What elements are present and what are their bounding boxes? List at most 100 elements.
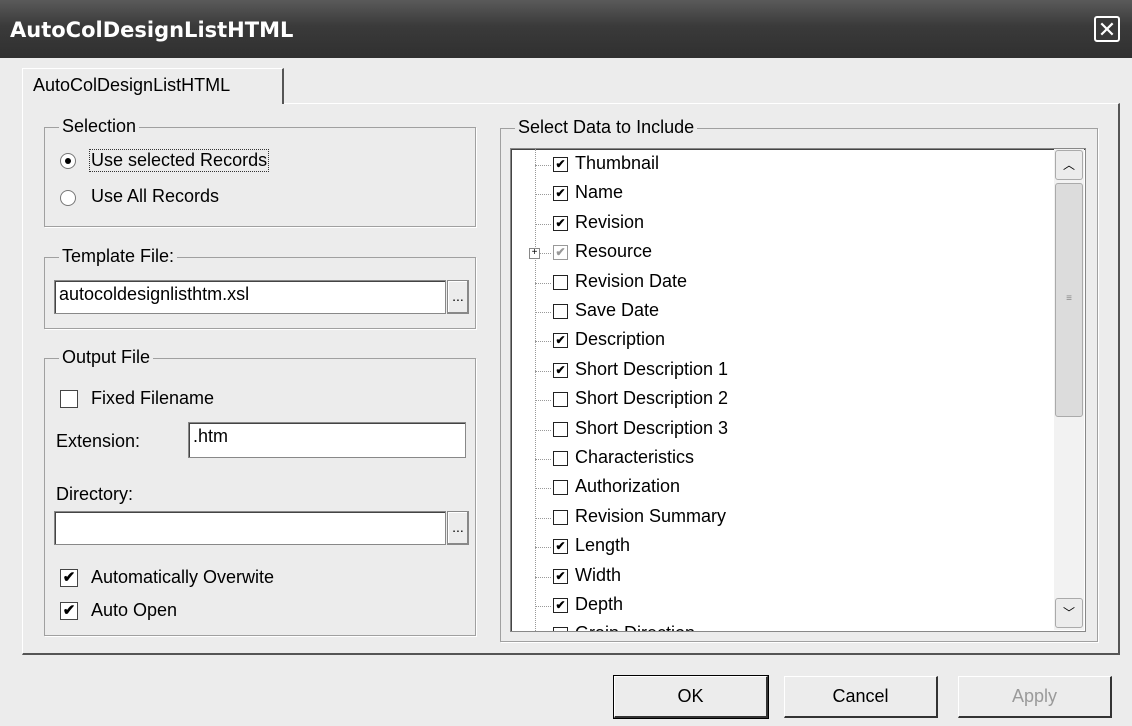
cancel-button[interactable]: Cancel bbox=[784, 676, 938, 718]
title-bar[interactable]: AutoColDesignListHTML ✕ bbox=[0, 0, 1132, 58]
select-data-legend: Select Data to Include bbox=[515, 117, 698, 138]
tree-item-checkbox[interactable]: ✔ bbox=[553, 598, 568, 613]
scroll-down-button[interactable]: ﹀ bbox=[1055, 598, 1083, 628]
tree-branch-line bbox=[535, 400, 551, 402]
tree-branch-line bbox=[535, 576, 551, 578]
tree-item-checkbox[interactable] bbox=[553, 627, 568, 631]
scroll-thumb[interactable]: ≡ bbox=[1055, 183, 1083, 417]
tree-item[interactable]: Short Description 2 bbox=[511, 386, 1051, 415]
selection-legend: Selection bbox=[59, 116, 140, 137]
tree-item-label: Description bbox=[575, 329, 666, 350]
tree-item-label: Short Description 1 bbox=[575, 358, 729, 379]
tree-item-checkbox[interactable] bbox=[553, 421, 568, 437]
tree-item[interactable]: ✔ Short Description 1 bbox=[511, 357, 1051, 386]
tree-item-checkbox[interactable] bbox=[553, 274, 568, 290]
tree-item-checkbox[interactable]: ✔ bbox=[553, 215, 568, 231]
auto-open-checkbox[interactable]: ✔ bbox=[60, 602, 78, 620]
output-file-legend: Output File bbox=[59, 347, 154, 368]
tree-item[interactable]: ✔ Description bbox=[511, 327, 1051, 356]
tree-item-label: Short Description 3 bbox=[575, 417, 729, 438]
tree-item[interactable]: ✔ Thumbnail bbox=[511, 151, 1051, 180]
tree-branch-line bbox=[535, 459, 551, 460]
tree-item[interactable]: ✔ Revision bbox=[511, 210, 1051, 239]
tree-item[interactable]: Save Date bbox=[511, 298, 1051, 327]
template-file-input[interactable]: autocoldesignlisthtm.xsl bbox=[54, 280, 446, 314]
extension-label: Extension: bbox=[56, 431, 141, 451]
tree-item-checkbox[interactable] bbox=[553, 304, 568, 319]
apply-button[interactable]: Apply bbox=[958, 676, 1112, 718]
directory-input[interactable] bbox=[54, 511, 446, 545]
window-title: AutoColDesignListHTML bbox=[10, 18, 294, 42]
tree-branch-line bbox=[535, 165, 551, 166]
scroll-up-button[interactable]: ︿ bbox=[1055, 150, 1083, 180]
tree-item[interactable]: + ✔ Resource bbox=[511, 239, 1051, 268]
use-all-records-label[interactable]: Use All Records bbox=[91, 186, 219, 207]
automatically-overwrite-checkbox[interactable]: ✔ bbox=[60, 569, 78, 587]
tree-item-label: Length bbox=[575, 535, 631, 556]
tree-item[interactable]: Authorization bbox=[511, 474, 1051, 503]
tree-branch-line bbox=[535, 194, 551, 196]
tree-item[interactable]: ✔ Depth bbox=[511, 592, 1051, 621]
data-tree-view[interactable]: ✔ Thumbnail ✔ Name ✔ Revision + ✔ Resource Revisi… bbox=[510, 148, 1086, 632]
tree-item-label: Revision Date bbox=[575, 270, 688, 291]
auto-open-label[interactable]: Auto Open bbox=[91, 600, 177, 621]
tree-item-label: Width bbox=[575, 564, 622, 585]
tree-item-label: Short Description 2 bbox=[575, 388, 729, 409]
directory-label: Directory: bbox=[56, 484, 134, 504]
fixed-filename-label[interactable]: Fixed Filename bbox=[91, 388, 214, 409]
tree-branch-line bbox=[535, 517, 551, 519]
tree-item-label: Grain Direction bbox=[575, 623, 695, 631]
use-selected-records-label[interactable]: Use selected Records bbox=[89, 149, 270, 172]
selection-group: Selection bbox=[44, 116, 476, 227]
directory-browse-button[interactable]: ... bbox=[447, 511, 469, 545]
expand-icon[interactable]: + bbox=[529, 248, 540, 260]
use-selected-records-radio[interactable] bbox=[60, 153, 76, 169]
tree-item[interactable]: Revision Summary bbox=[511, 504, 1051, 533]
tree-item[interactable]: Revision Date bbox=[511, 269, 1051, 298]
tree-branch-line bbox=[535, 282, 551, 284]
tree-item-checkbox[interactable]: ✔ bbox=[553, 539, 568, 555]
template-browse-button[interactable]: ... bbox=[447, 280, 469, 314]
tree-item[interactable]: ✔ Length bbox=[511, 533, 1051, 562]
dialog-window: AutoColDesignListHTML ✕ AutoColDesignLis… bbox=[0, 0, 1132, 726]
tab-autocoldesignlisthtml[interactable]: AutoColDesignListHTML bbox=[22, 68, 284, 104]
extension-input[interactable]: .htm bbox=[188, 422, 466, 458]
tree-item-label: Resource bbox=[575, 241, 653, 262]
tree-scrollbar[interactable]: ︿ ≡ ﹀ bbox=[1054, 149, 1084, 630]
tree-item[interactable]: Grain Direction bbox=[511, 621, 1051, 631]
tree-item-label: Depth bbox=[575, 594, 624, 614]
tree-item-label: Revision bbox=[575, 211, 645, 232]
tree-item-label: Save Date bbox=[575, 300, 660, 320]
tree-branch-line bbox=[535, 429, 551, 431]
tab-label: AutoColDesignListHTML bbox=[33, 75, 231, 95]
tree-item[interactable]: ✔ Width bbox=[511, 563, 1051, 592]
tree-branch-line bbox=[535, 370, 551, 372]
ok-button[interactable]: OK bbox=[613, 675, 769, 719]
tree-item-checkbox[interactable] bbox=[553, 392, 568, 408]
tree-branch-line bbox=[535, 341, 551, 343]
tree-item-label: Revision Summary bbox=[575, 505, 727, 526]
tree-item-checkbox[interactable]: ✔ bbox=[553, 157, 568, 172]
close-button[interactable]: ✕ bbox=[1094, 16, 1120, 42]
tree-branch-line bbox=[535, 547, 551, 549]
tree-item-checkbox[interactable]: ✔ bbox=[553, 245, 568, 261]
use-all-records-radio[interactable] bbox=[60, 190, 76, 206]
tree-item-checkbox[interactable]: ✔ bbox=[553, 186, 568, 202]
tree-branch-line bbox=[535, 223, 551, 225]
tree-item-checkbox[interactable] bbox=[553, 451, 568, 466]
tree-item-checkbox[interactable] bbox=[553, 480, 568, 496]
tree-item-checkbox[interactable]: ✔ bbox=[553, 333, 568, 349]
fixed-filename-checkbox[interactable] bbox=[60, 390, 78, 408]
tree-item-checkbox[interactable]: ✔ bbox=[553, 568, 568, 584]
tree-item-checkbox[interactable] bbox=[553, 509, 568, 525]
tree-item[interactable]: ✔ Name bbox=[511, 180, 1051, 209]
tree-item[interactable]: Characteristics bbox=[511, 445, 1051, 474]
tree-item-checkbox[interactable]: ✔ bbox=[553, 362, 568, 378]
tree-item[interactable]: Short Description 3 bbox=[511, 416, 1051, 445]
template-file-legend: Template File: bbox=[59, 246, 178, 267]
tree-branch-line bbox=[535, 488, 551, 490]
automatically-overwrite-label[interactable]: Automatically Overwite bbox=[91, 567, 274, 588]
tree-branch-line bbox=[535, 312, 551, 313]
tree-branch-line bbox=[535, 606, 551, 607]
tree-item-label: Name bbox=[575, 182, 624, 203]
